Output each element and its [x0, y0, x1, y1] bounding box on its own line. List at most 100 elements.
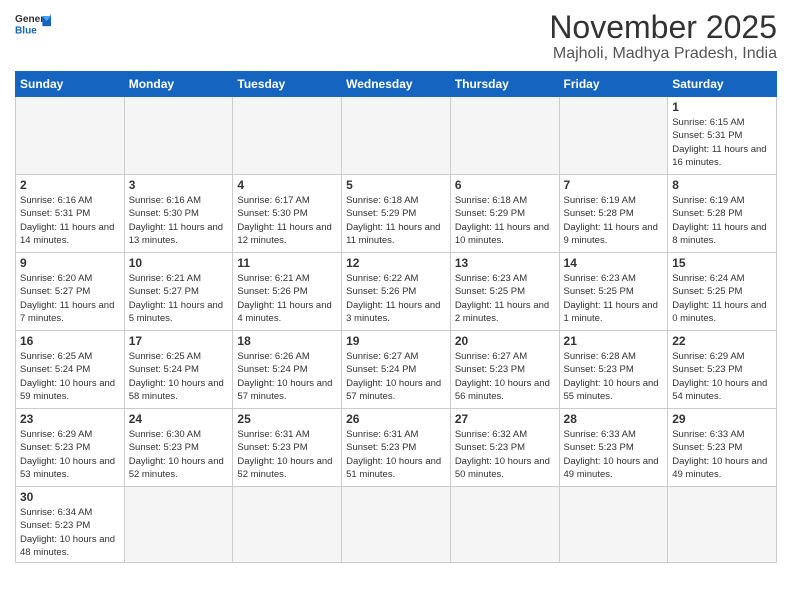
day-info: Sunrise: 6:30 AMSunset: 5:23 PMDaylight:… [129, 428, 229, 481]
page: General Blue November 2025 Majholi, Madh… [0, 0, 792, 612]
month-year-title: November 2025 [549, 10, 777, 45]
calendar-week-row: 16 Sunrise: 6:25 AMSunset: 5:24 PMDayligh… [16, 331, 777, 409]
calendar-cell: 18 Sunrise: 6:26 AMSunset: 5:24 PMDayligh… [233, 331, 342, 409]
day-number: 28 [564, 412, 664, 426]
calendar-cell: 26 Sunrise: 6:31 AMSunset: 5:23 PMDayligh… [342, 409, 451, 487]
day-info: Sunrise: 6:21 AMSunset: 5:27 PMDaylight:… [129, 272, 229, 325]
calendar-cell [559, 97, 668, 175]
day-number: 13 [455, 256, 555, 270]
calendar-cell: 6Sunrise: 6:18 AMSunset: 5:29 PMDaylight… [450, 175, 559, 253]
calendar-cell: 7 Sunrise: 6:19 AMSunset: 5:28 PMDaylight… [559, 175, 668, 253]
day-number: 9 [20, 256, 120, 270]
header-monday: Monday [124, 72, 233, 97]
calendar-cell: 21Sunrise: 6:28 AMSunset: 5:23 PMDayligh… [559, 331, 668, 409]
day-info: Sunrise: 6:18 AMSunset: 5:29 PMDaylight:… [455, 194, 555, 247]
day-info: Sunrise: 6:28 AMSunset: 5:23 PMDaylight:… [564, 350, 664, 403]
calendar-cell: 5 Sunrise: 6:18 AMSunset: 5:29 PMDaylight… [342, 175, 451, 253]
calendar-cell: 23Sunrise: 6:29 AMSunset: 5:23 PMDayligh… [16, 409, 125, 487]
calendar-cell: 17Sunrise: 6:25 AMSunset: 5:24 PMDayligh… [124, 331, 233, 409]
calendar-cell [450, 97, 559, 175]
day-number: 15 [672, 256, 772, 270]
day-number: 1 [672, 100, 772, 114]
calendar-cell: 15 Sunrise: 6:24 AMSunset: 5:25 PMDayligh… [668, 253, 777, 331]
header-tuesday: Tuesday [233, 72, 342, 97]
calendar-cell: 10 Sunrise: 6:21 AMSunset: 5:27 PMDayligh… [124, 253, 233, 331]
day-number: 22 [672, 334, 772, 348]
location-subtitle: Majholi, Madhya Pradesh, India [549, 45, 777, 63]
calendar-cell: 29 Sunrise: 6:33 AMSunset: 5:23 PMDayligh… [668, 409, 777, 487]
calendar-cell [559, 487, 668, 563]
day-info: Sunrise: 6:23 AMSunset: 5:25 PMDaylight:… [564, 272, 664, 325]
day-number: 17 [129, 334, 229, 348]
day-info: Sunrise: 6:18 AMSunset: 5:29 PMDaylight:… [346, 194, 446, 247]
day-info: Sunrise: 6:33 AMSunset: 5:23 PMDaylight:… [564, 428, 664, 481]
header-thursday: Thursday [450, 72, 559, 97]
calendar-cell [342, 487, 451, 563]
day-info: Sunrise: 6:31 AMSunset: 5:23 PMDaylight:… [346, 428, 446, 481]
calendar-cell [668, 487, 777, 563]
calendar-cell [16, 97, 125, 175]
calendar-cell: 27 Sunrise: 6:32 AMSunset: 5:23 PMDayligh… [450, 409, 559, 487]
calendar-cell: 8 Sunrise: 6:19 AMSunset: 5:28 PMDaylight… [668, 175, 777, 253]
header-saturday: Saturday [668, 72, 777, 97]
calendar-cell: 28 Sunrise: 6:33 AMSunset: 5:23 PMDayligh… [559, 409, 668, 487]
day-info: Sunrise: 6:25 AMSunset: 5:24 PMDaylight:… [20, 350, 120, 403]
day-info: Sunrise: 6:24 AMSunset: 5:25 PMDaylight:… [672, 272, 772, 325]
day-info: Sunrise: 6:32 AMSunset: 5:23 PMDaylight:… [455, 428, 555, 481]
day-number: 26 [346, 412, 446, 426]
calendar-cell [233, 97, 342, 175]
day-number: 8 [672, 178, 772, 192]
svg-text:Blue: Blue [15, 25, 37, 36]
day-number: 2 [20, 178, 120, 192]
header-wednesday: Wednesday [342, 72, 451, 97]
day-number: 14 [564, 256, 664, 270]
calendar-cell [233, 487, 342, 563]
day-number: 12 [346, 256, 446, 270]
calendar-cell: 1Sunrise: 6:15 AMSunset: 5:31 PMDaylight… [668, 97, 777, 175]
calendar-week-row: 9Sunrise: 6:20 AMSunset: 5:27 PMDaylight… [16, 253, 777, 331]
day-number: 29 [672, 412, 772, 426]
calendar-week-row: 23Sunrise: 6:29 AMSunset: 5:23 PMDayligh… [16, 409, 777, 487]
day-number: 30 [20, 490, 120, 504]
calendar-cell: 11 Sunrise: 6:21 AMSunset: 5:26 PMDayligh… [233, 253, 342, 331]
calendar-week-row: 2Sunrise: 6:16 AMSunset: 5:31 PMDaylight… [16, 175, 777, 253]
day-info: Sunrise: 6:34 AMSunset: 5:23 PMDaylight:… [20, 506, 120, 559]
day-number: 7 [564, 178, 664, 192]
day-number: 20 [455, 334, 555, 348]
calendar-cell: 25Sunrise: 6:31 AMSunset: 5:23 PMDayligh… [233, 409, 342, 487]
day-number: 27 [455, 412, 555, 426]
day-info: Sunrise: 6:29 AMSunset: 5:23 PMDaylight:… [20, 428, 120, 481]
day-info: Sunrise: 6:17 AMSunset: 5:30 PMDaylight:… [237, 194, 337, 247]
calendar-cell: 24 Sunrise: 6:30 AMSunset: 5:23 PMDayligh… [124, 409, 233, 487]
header-sunday: Sunday [16, 72, 125, 97]
calendar-week-row: 30 Sunrise: 6:34 AMSunset: 5:23 PMDayligh… [16, 487, 777, 563]
calendar-cell [342, 97, 451, 175]
day-number: 24 [129, 412, 229, 426]
day-number: 16 [20, 334, 120, 348]
calendar-cell [124, 487, 233, 563]
calendar-cell: 19 Sunrise: 6:27 AMSunset: 5:24 PMDayligh… [342, 331, 451, 409]
calendar-cell: 14 Sunrise: 6:23 AMSunset: 5:25 PMDayligh… [559, 253, 668, 331]
day-number: 10 [129, 256, 229, 270]
calendar-cell: 13Sunrise: 6:23 AMSunset: 5:25 PMDayligh… [450, 253, 559, 331]
day-number: 5 [346, 178, 446, 192]
day-number: 3 [129, 178, 229, 192]
day-info: Sunrise: 6:27 AMSunset: 5:24 PMDaylight:… [346, 350, 446, 403]
day-number: 19 [346, 334, 446, 348]
day-info: Sunrise: 6:29 AMSunset: 5:23 PMDaylight:… [672, 350, 772, 403]
calendar-cell: 4Sunrise: 6:17 AMSunset: 5:30 PMDaylight… [233, 175, 342, 253]
day-number: 18 [237, 334, 337, 348]
header-friday: Friday [559, 72, 668, 97]
day-info: Sunrise: 6:33 AMSunset: 5:23 PMDaylight:… [672, 428, 772, 481]
calendar-table: Sunday Monday Tuesday Wednesday Thursday… [15, 71, 777, 563]
calendar-cell: 2Sunrise: 6:16 AMSunset: 5:31 PMDaylight… [16, 175, 125, 253]
title-block: November 2025 Majholi, Madhya Pradesh, I… [549, 10, 777, 63]
day-info: Sunrise: 6:19 AMSunset: 5:28 PMDaylight:… [672, 194, 772, 247]
calendar-cell: 16 Sunrise: 6:25 AMSunset: 5:24 PMDayligh… [16, 331, 125, 409]
day-number: 11 [237, 256, 337, 270]
day-info: Sunrise: 6:19 AMSunset: 5:28 PMDaylight:… [564, 194, 664, 247]
day-info: Sunrise: 6:16 AMSunset: 5:30 PMDaylight:… [129, 194, 229, 247]
calendar-cell: 3 Sunrise: 6:16 AMSunset: 5:30 PMDaylight… [124, 175, 233, 253]
day-info: Sunrise: 6:21 AMSunset: 5:26 PMDaylight:… [237, 272, 337, 325]
day-info: Sunrise: 6:26 AMSunset: 5:24 PMDaylight:… [237, 350, 337, 403]
